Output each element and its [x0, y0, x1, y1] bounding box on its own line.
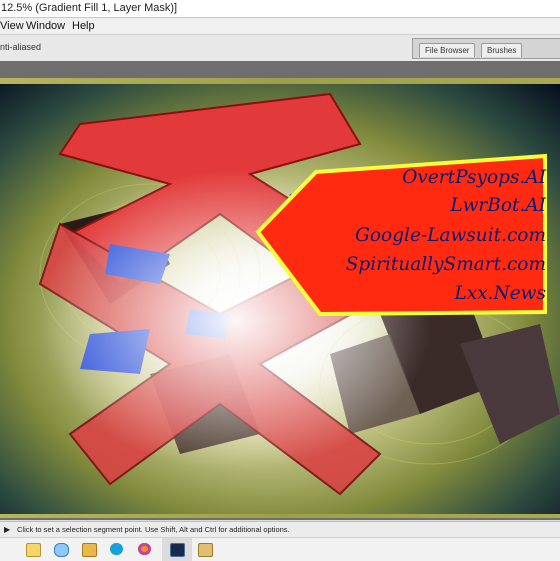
menu-help[interactable]: Help — [72, 18, 95, 34]
edge-browser-icon[interactable] — [110, 543, 123, 555]
sign-line-1: OvertPsyops.AI — [402, 167, 546, 188]
taskbar — [0, 537, 560, 561]
window-title: 12.5% (Gradient Fill 1, Layer Mask)] — [1, 2, 178, 14]
firefox-icon[interactable] — [138, 543, 151, 555]
file-explorer-icon[interactable] — [26, 543, 41, 557]
sign-line-5: Lxx.News — [454, 283, 547, 304]
palette-well: File Browser Brushes — [412, 38, 560, 59]
tab-file-browser[interactable]: File Browser — [419, 43, 476, 57]
folder-icon[interactable] — [82, 543, 97, 557]
menu-bar: View Window Help — [0, 18, 560, 34]
status-bar: ▶ Click to set a selection segment point… — [0, 521, 560, 538]
status-message: Click to set a selection segment point. … — [17, 525, 290, 534]
snipping-tool-icon[interactable] — [54, 543, 69, 557]
photoshop-icon[interactable] — [170, 543, 185, 557]
tab-brushes[interactable]: Brushes — [481, 43, 523, 57]
menu-view[interactable]: View — [0, 18, 24, 34]
sign-line-4: SpirituallySmart.com — [345, 254, 546, 275]
sign-line-2: LwrBot.AI — [450, 195, 546, 216]
app-icon[interactable] — [198, 543, 213, 557]
menu-window[interactable]: Window — [26, 18, 65, 34]
anti-aliased-label[interactable]: nti-aliased — [0, 42, 41, 52]
status-arrow-icon[interactable]: ▶ — [4, 522, 10, 538]
window-title-bar: 12.5% (Gradient Fill 1, Layer Mask)] — [0, 0, 560, 18]
sign-line-3: Google-Lawsuit.com — [355, 225, 546, 246]
